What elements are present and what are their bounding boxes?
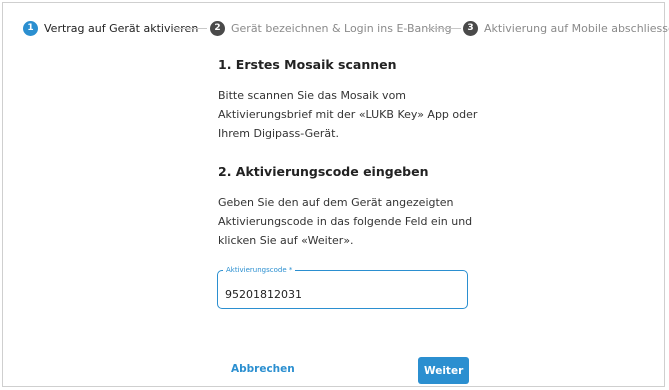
section-1-title: 1. Erstes Mosaik scannen [218,57,397,72]
activation-code-label: Aktivierungscode * [223,264,296,276]
step-connector [427,28,461,29]
step-2-label: Gerät bezeichnen & Login ins E-Banking [231,21,452,35]
step-3-label: Aktivierung auf Mobile abschliessen [484,21,669,35]
step-3-number: 3 [463,20,478,36]
section-1-text: Bitte scannen Sie das Mosaik vom Aktivie… [218,89,478,140]
step-2-number: 2 [210,20,225,36]
step-1-number: 1 [23,20,38,36]
section-2-text: Geben Sie den auf dem Gerät angezeigten … [218,196,473,247]
step-3: 3 Aktivierung auf Mobile abschliessen [463,17,669,39]
step-1: 1 Vertrag auf Gerät aktivieren [23,17,198,39]
step-2: 2 Gerät bezeichnen & Login ins E-Banking [210,17,452,39]
next-button[interactable]: Weiter [418,357,469,384]
progress-stepper: 1 Vertrag auf Gerät aktivieren 2 Gerät b… [3,17,669,39]
section-2-title: 2. Aktivierungscode eingeben [218,164,429,179]
cancel-button[interactable]: Abbrechen [231,363,295,375]
activation-code-field[interactable]: Aktivierungscode * [217,264,468,309]
activation-panel: 1 Vertrag auf Gerät aktivieren 2 Gerät b… [2,2,669,387]
step-connector [173,28,207,29]
activation-code-input[interactable] [225,288,455,301]
